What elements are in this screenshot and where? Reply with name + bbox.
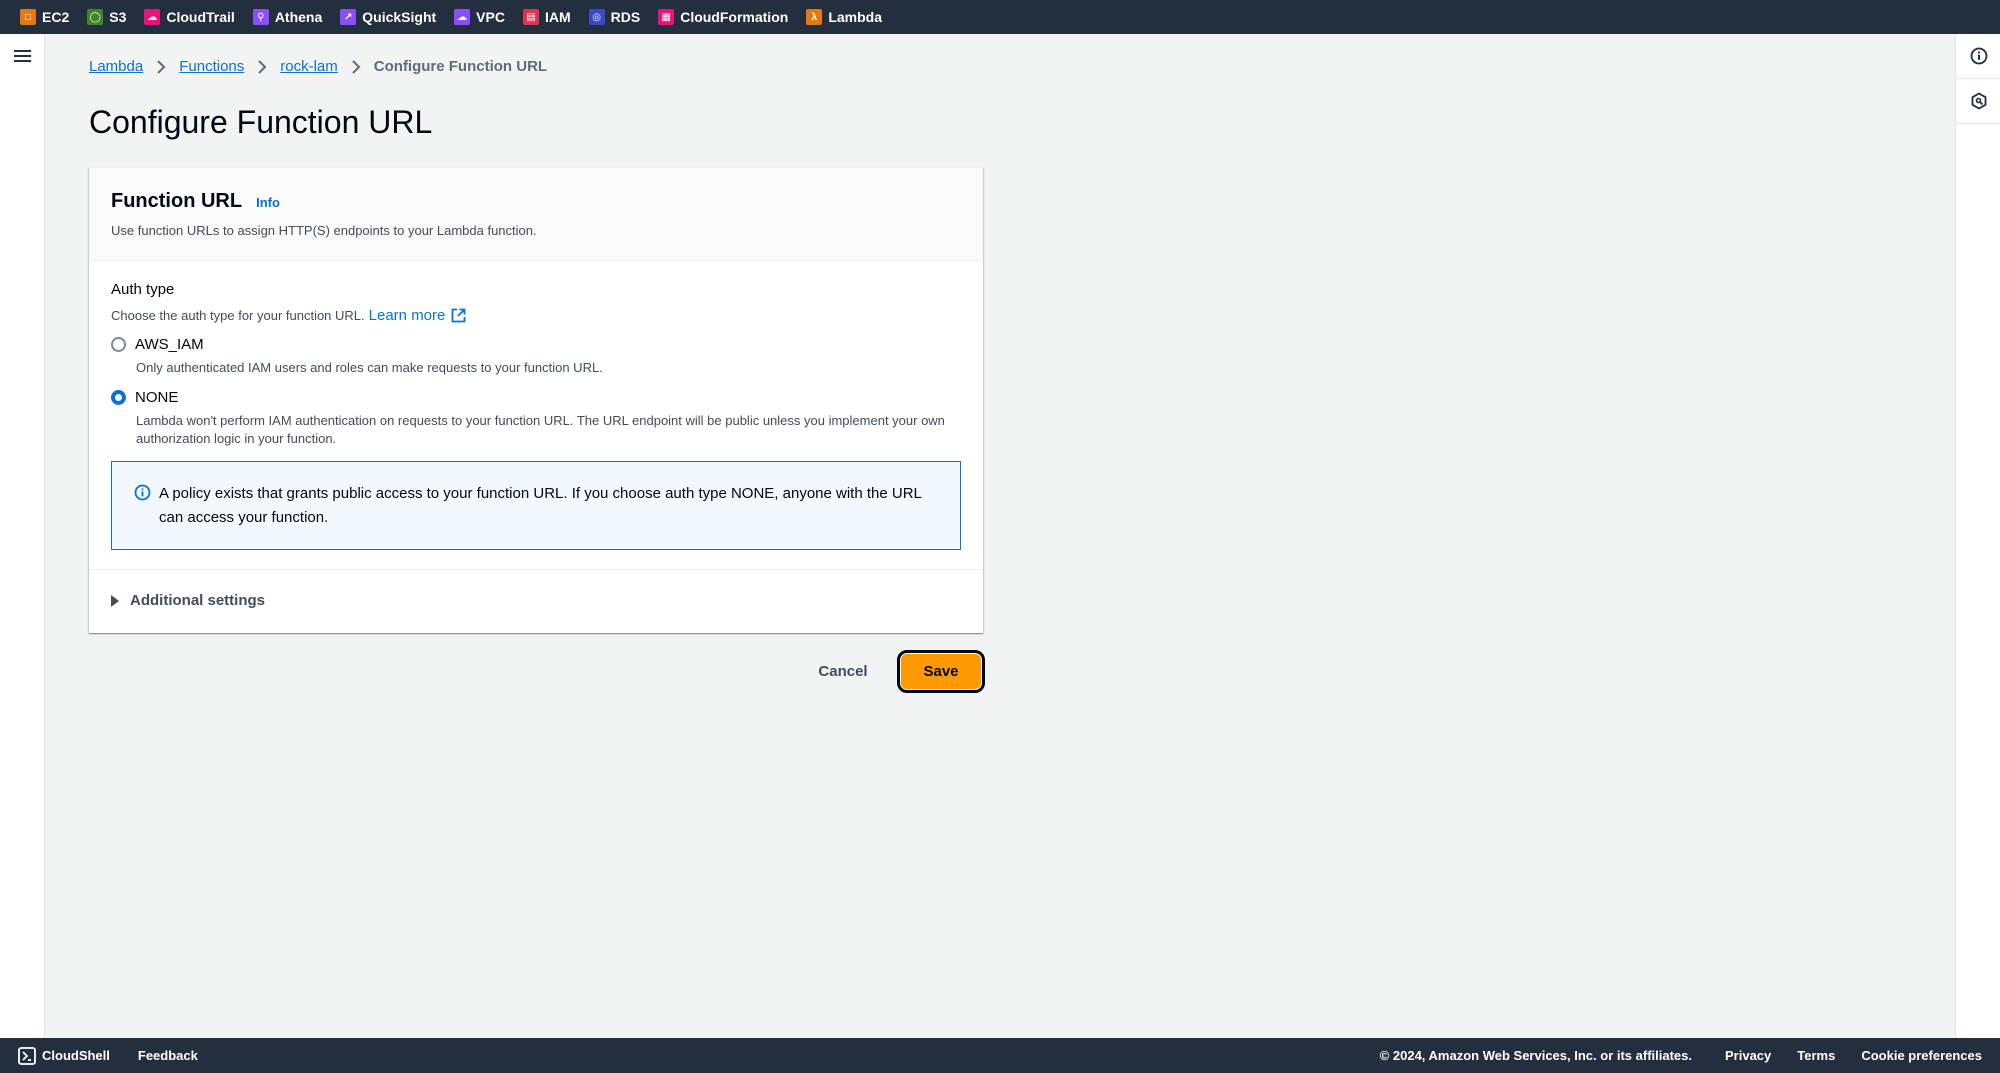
cloudtrail-icon: ☁ <box>144 9 161 25</box>
hexagon-search-icon <box>1971 92 1986 110</box>
external-link-icon <box>451 308 466 323</box>
service-athena[interactable]: ⚲ Athena <box>252 9 323 25</box>
radio-label: NONE <box>135 389 179 406</box>
function-url-panel: Function URL Info Use function URLs to a… <box>89 167 983 633</box>
quicksight-icon: ↗ <box>340 9 357 25</box>
privacy-link[interactable]: Privacy <box>1725 1048 1771 1063</box>
additional-settings-label: Additional settings <box>130 592 265 609</box>
panel-description: Use function URLs to assign HTTP(S) endp… <box>111 223 537 238</box>
athena-icon: ⚲ <box>252 9 269 25</box>
feedback-link[interactable]: Feedback <box>138 1048 198 1063</box>
service-label: VPC <box>476 9 505 25</box>
service-label: EC2 <box>42 9 70 25</box>
auth-type-description-text: Choose the auth type for your function U… <box>111 308 365 323</box>
radio-description: Only authenticated IAM users and roles c… <box>136 360 603 375</box>
cloudshell-button[interactable]: CloudShell <box>18 1046 110 1065</box>
breadcrumb: Lambda Functions rock-lam Configure Func… <box>89 58 547 75</box>
service-iam[interactable]: ▤ IAM <box>522 9 571 25</box>
info-alert: A policy exists that grants public acces… <box>111 461 961 550</box>
additional-settings-expander[interactable]: Additional settings <box>89 570 983 631</box>
service-label: CloudTrail <box>166 9 235 25</box>
service-label: RDS <box>610 9 641 25</box>
resources-panel-button[interactable] <box>1956 79 2000 124</box>
info-circle-icon <box>1970 47 1987 65</box>
footer: CloudShell Feedback © 2024, Amazon Web S… <box>0 1038 2000 1073</box>
auth-type-label: Auth type <box>111 281 175 298</box>
alert-message: A policy exists that grants public acces… <box>159 485 922 526</box>
service-label: S3 <box>109 9 127 25</box>
copyright: © 2024, Amazon Web Services, Inc. or its… <box>1379 1048 1692 1063</box>
ec2-icon: □ <box>20 9 36 25</box>
service-label: CloudFormation <box>680 9 789 25</box>
service-cloudtrail[interactable]: ☁ CloudTrail <box>144 9 235 25</box>
service-label: IAM <box>544 9 571 25</box>
s3-icon: ◯ <box>87 9 104 25</box>
service-s3[interactable]: ◯ S3 <box>87 9 126 25</box>
menu-icon[interactable] <box>14 50 31 64</box>
info-panel-button[interactable] <box>1956 34 2000 79</box>
iam-icon: ▤ <box>522 9 539 25</box>
learn-more-link[interactable]: Learn more <box>369 307 467 324</box>
terminal-icon <box>18 1046 36 1065</box>
service-lambda[interactable]: λ Lambda <box>806 9 882 25</box>
radio-button-checked[interactable] <box>111 390 126 405</box>
service-label: QuickSight <box>362 9 437 25</box>
radio-label: AWS_IAM <box>135 336 204 353</box>
radio-none[interactable]: NONE <box>111 389 961 406</box>
service-label: Athena <box>274 9 323 25</box>
chevron-right-icon <box>257 59 267 74</box>
lambda-icon: λ <box>806 9 823 25</box>
panel-title: Function URL <box>111 190 243 212</box>
vpc-icon: ☁ <box>454 9 471 25</box>
breadcrumb-lambda[interactable]: Lambda <box>89 58 143 75</box>
breadcrumb-function-name[interactable]: rock-lam <box>280 58 338 75</box>
chevron-right-icon <box>156 59 166 74</box>
service-ec2[interactable]: □ EC2 <box>20 9 69 25</box>
save-button[interactable]: Save <box>897 650 985 693</box>
cloudformation-icon: ▦ <box>658 9 675 25</box>
service-cloudformation[interactable]: ▦ CloudFormation <box>658 9 788 25</box>
cancel-button[interactable]: Cancel <box>808 650 878 693</box>
service-label: Lambda <box>828 9 882 25</box>
info-circle-icon <box>134 484 151 501</box>
breadcrumb-functions[interactable]: Functions <box>179 58 244 75</box>
service-rds[interactable]: ◎ RDS <box>588 9 641 25</box>
caret-right-icon <box>111 594 119 607</box>
panel-header: Function URL Info Use function URLs to a… <box>89 168 983 261</box>
info-link[interactable]: Info <box>256 195 280 210</box>
cloudshell-label: CloudShell <box>42 1048 110 1063</box>
radio-button-unchecked[interactable] <box>111 337 126 352</box>
panel-body: Auth type Choose the auth type for your … <box>89 261 983 570</box>
side-navigation <box>0 34 45 1038</box>
chevron-right-icon <box>351 59 361 74</box>
tools-rail <box>1955 34 2000 1038</box>
auth-type-description: Choose the auth type for your function U… <box>111 307 961 324</box>
radio-aws-iam[interactable]: AWS_IAM <box>111 336 961 353</box>
service-quicksight[interactable]: ↗ QuickSight <box>340 9 436 25</box>
terms-link[interactable]: Terms <box>1797 1048 1835 1063</box>
cookie-preferences-link[interactable]: Cookie preferences <box>1861 1048 1982 1063</box>
learn-more-label: Learn more <box>368 307 446 324</box>
radio-description: Lambda won't perform IAM authentication … <box>136 413 945 446</box>
rds-icon: ◎ <box>588 9 605 25</box>
breadcrumb-current: Configure Function URL <box>373 58 548 75</box>
page-title: Configure Function URL <box>89 104 433 140</box>
service-vpc[interactable]: ☁ VPC <box>454 9 505 25</box>
services-bar: □ EC2 ◯ S3 ☁ CloudTrail ⚲ Athena ↗ Quick… <box>0 0 2000 34</box>
